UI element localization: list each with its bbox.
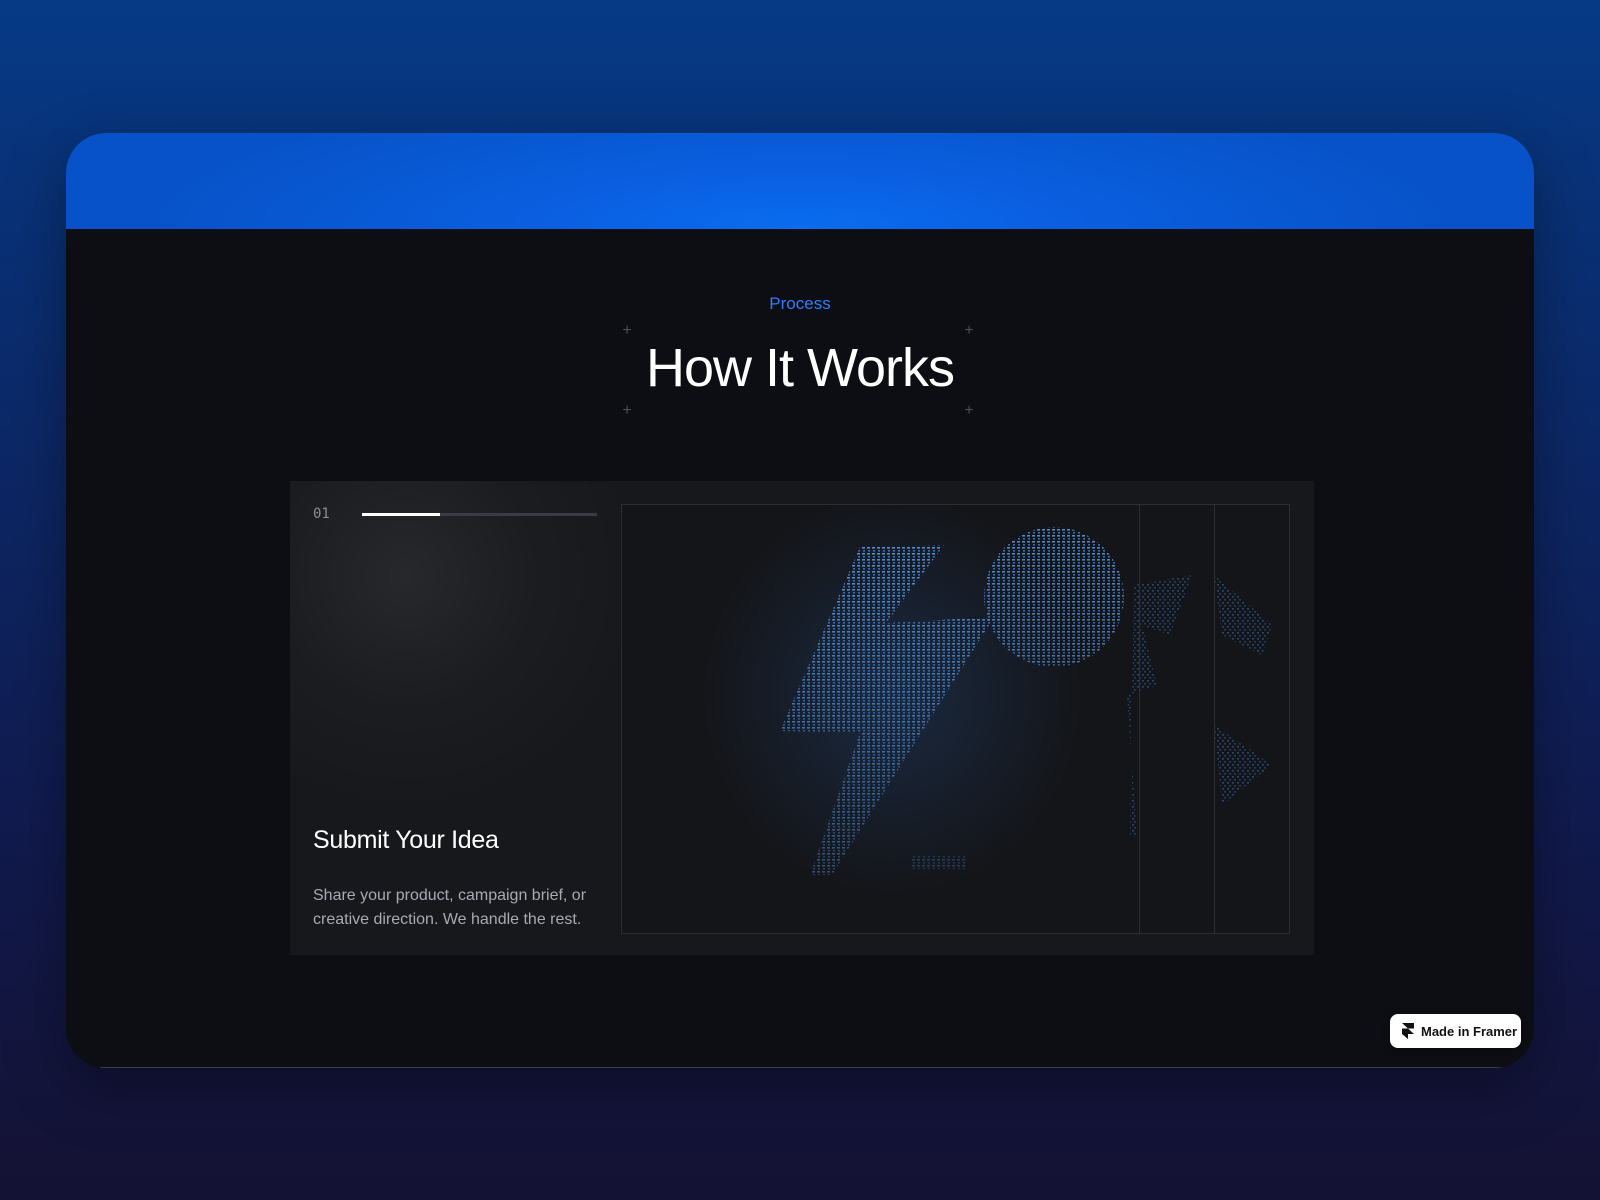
step-progress-bar — [362, 513, 597, 516]
step-number: 01 — [313, 506, 330, 522]
hero-band — [66, 133, 1534, 229]
step-title: Submit Your Idea — [313, 826, 499, 854]
panel-divider — [1214, 505, 1215, 933]
step-description: Share your product, campaign brief, or c… — [313, 887, 587, 928]
badge-label: Made in Framer — [1421, 1023, 1518, 1039]
corner-plus-icon: + — [964, 402, 974, 419]
process-section: Process + + + + How It Works 01 Submit Y… — [66, 229, 1534, 1068]
page-frame: Process + + + + How It Works 01 Submit Y… — [66, 133, 1534, 1068]
lightning-bolt-ascii-icon — [702, 505, 1272, 895]
panel-divider — [1139, 505, 1140, 933]
section-title: How It Works — [645, 338, 955, 398]
corner-plus-icon: + — [622, 402, 632, 419]
framer-logo-icon — [1402, 1023, 1414, 1039]
frame-bottom-border — [100, 1067, 1534, 1068]
step-progress-fill — [362, 513, 440, 516]
step-card: 01 Submit Your Idea Share your product, … — [290, 481, 1314, 955]
step-visual-panel — [621, 504, 1290, 934]
section-eyebrow: Process — [769, 294, 831, 313]
made-in-framer-badge[interactable]: Made in Framer — [1390, 1014, 1521, 1048]
